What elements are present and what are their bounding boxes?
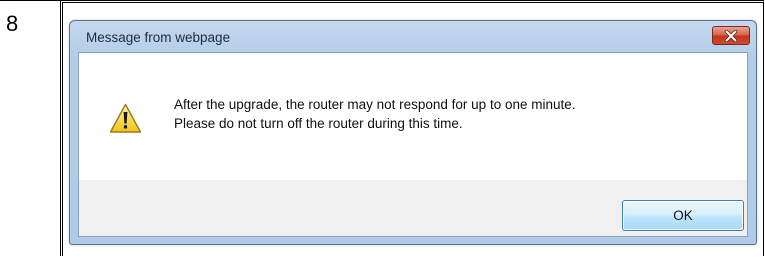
message-line-2: Please do not turn off the router during…	[174, 116, 463, 131]
ok-button[interactable]: OK	[622, 200, 744, 231]
dialog-titlebar[interactable]: Message from webpage	[70, 21, 756, 52]
step-number-cell: 8	[0, 0, 60, 258]
message-dialog: Message from webpage After the upgrade, …	[69, 20, 757, 245]
close-icon	[724, 29, 738, 42]
dialog-footer: OK	[79, 180, 747, 236]
warning-icon	[109, 103, 142, 133]
step-number: 8	[6, 11, 19, 36]
close-button[interactable]	[712, 26, 750, 45]
dialog-title: Message from webpage	[86, 30, 231, 45]
message-line-1: After the upgrade, the router may not re…	[174, 97, 576, 112]
message-text: After the upgrade, the router may not re…	[174, 95, 576, 133]
message-area: After the upgrade, the router may not re…	[79, 53, 747, 180]
dialog-body: After the upgrade, the router may not re…	[78, 52, 748, 237]
